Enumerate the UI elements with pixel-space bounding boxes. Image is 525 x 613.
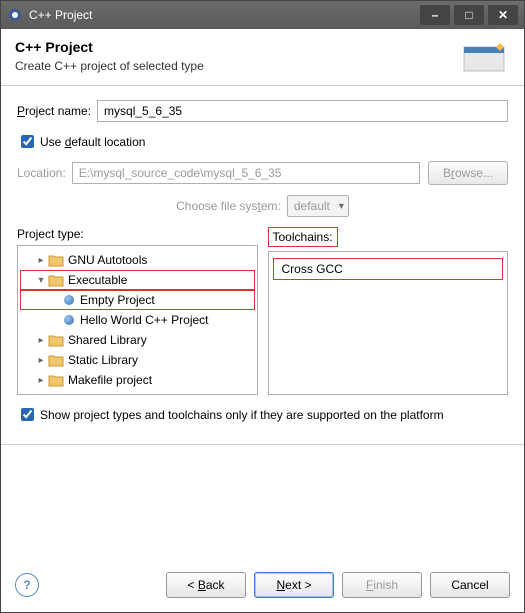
tree-leaf[interactable]: Empty Project [20,290,255,310]
maximize-button[interactable] [454,5,484,25]
finish-button: Finish [342,572,422,598]
tree-folder[interactable]: ▸ Shared Library [20,330,255,350]
browse-button: Browse... [428,161,508,185]
project-name-input[interactable] [97,100,508,122]
bullet-icon [64,315,74,325]
window-title: C++ Project [29,8,420,22]
expand-icon[interactable]: ▸ [34,255,48,266]
toolchains-list[interactable]: Cross GCC [268,251,509,395]
bullet-icon [64,295,74,305]
folder-icon [48,273,64,287]
expand-icon[interactable]: ▾ [34,275,48,286]
location-input [72,162,420,184]
file-system-select: default [287,195,349,217]
tree-item-label: Empty Project [80,293,155,307]
toolchains-label: Toolchains: [268,227,338,247]
tree-folder[interactable]: ▾ Executable [20,270,255,290]
supported-only-checkbox[interactable] [21,408,34,421]
use-default-location-checkbox[interactable] [21,135,34,148]
cancel-button[interactable]: Cancel [430,572,510,598]
tree-item-label: Static Library [68,353,138,367]
help-icon[interactable]: ? [15,573,39,597]
location-label: Location: [17,166,66,180]
folder-icon [48,353,64,367]
wizard-icon [462,39,510,75]
minimize-button[interactable] [420,5,450,25]
folder-icon [48,373,64,387]
wizard-banner: C++ Project Create C++ project of select… [1,29,524,86]
project-type-label: Project type: [17,227,258,241]
tree-item-label: Shared Library [68,333,147,347]
tree-item-label: Hello World C++ Project [80,313,209,327]
close-button[interactable] [488,5,518,25]
tree-item-label: Executable [68,273,127,287]
app-icon [7,7,23,23]
use-default-location-label: Use default location [40,135,145,149]
folder-icon [48,253,64,267]
expand-icon[interactable]: ▸ [34,375,48,386]
titlebar: C++ Project [1,1,524,29]
page-subtitle: Create C++ project of selected type [15,59,454,73]
tree-item-label: GNU Autotools [68,253,147,267]
supported-only-label: Show project types and toolchains only i… [40,408,444,422]
divider [1,444,524,445]
expand-icon[interactable]: ▸ [34,335,48,346]
tree-folder[interactable]: ▸ Makefile project [20,370,255,390]
folder-icon [48,333,64,347]
expand-icon[interactable]: ▸ [34,355,48,366]
project-type-tree[interactable]: ▸ GNU Autotools ▾ Executable Empty Project He… [17,245,258,395]
toolchain-item[interactable]: Cross GCC [273,258,504,280]
tree-leaf[interactable]: Hello World C++ Project [20,310,255,330]
page-title: C++ Project [15,39,454,55]
project-name-label: Project name: [17,104,91,118]
tree-folder[interactable]: ▸ GNU Autotools [20,250,255,270]
tree-folder[interactable]: ▸ Static Library [20,350,255,370]
next-button[interactable]: Next > [254,572,334,598]
back-button[interactable]: < Back [166,572,246,598]
file-system-label: Choose file system: [176,199,281,213]
tree-item-label: Makefile project [68,373,152,387]
